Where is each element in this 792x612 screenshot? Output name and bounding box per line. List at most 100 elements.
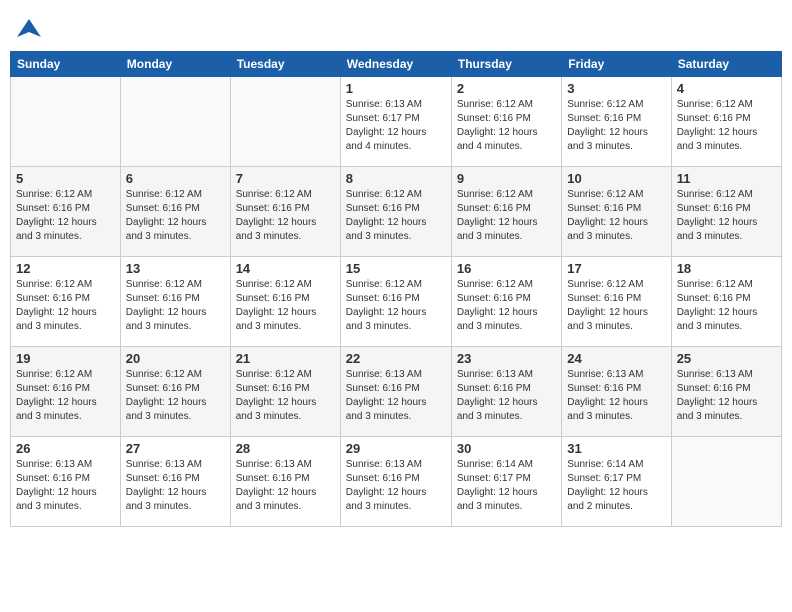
day-info: Sunrise: 6:13 AM Sunset: 6:16 PM Dayligh… bbox=[457, 368, 556, 424]
day-number: 25 bbox=[677, 351, 776, 366]
calendar-cell: 16 Sunrise: 6:12 AM Sunset: 6:16 PM Dayli… bbox=[451, 257, 561, 347]
calendar-cell: 27 Sunrise: 6:13 AM Sunset: 6:16 PM Dayli… bbox=[120, 437, 230, 527]
day-info: Sunrise: 6:12 AM Sunset: 6:16 PM Dayligh… bbox=[346, 278, 446, 334]
day-number: 29 bbox=[346, 441, 446, 456]
day-info: Sunrise: 6:12 AM Sunset: 6:16 PM Dayligh… bbox=[457, 98, 556, 154]
day-info: Sunrise: 6:12 AM Sunset: 6:16 PM Dayligh… bbox=[126, 188, 225, 244]
calendar-cell bbox=[671, 437, 781, 527]
day-info: Sunrise: 6:13 AM Sunset: 6:16 PM Dayligh… bbox=[567, 368, 665, 424]
day-info: Sunrise: 6:12 AM Sunset: 6:16 PM Dayligh… bbox=[346, 188, 446, 244]
day-header-saturday: Saturday bbox=[671, 52, 781, 77]
day-info: Sunrise: 6:13 AM Sunset: 6:16 PM Dayligh… bbox=[236, 458, 335, 514]
day-number: 18 bbox=[677, 261, 776, 276]
day-number: 28 bbox=[236, 441, 335, 456]
calendar-cell: 3 Sunrise: 6:12 AM Sunset: 6:16 PM Daylig… bbox=[562, 77, 671, 167]
day-info: Sunrise: 6:12 AM Sunset: 6:16 PM Dayligh… bbox=[236, 368, 335, 424]
day-number: 3 bbox=[567, 81, 665, 96]
day-info: Sunrise: 6:12 AM Sunset: 6:16 PM Dayligh… bbox=[16, 368, 115, 424]
calendar-cell: 24Sunrise: 6:13 AM Sunset: 6:16 PM Dayli… bbox=[562, 347, 671, 437]
calendar-table: SundayMondayTuesdayWednesdayThursdayFrid… bbox=[10, 51, 782, 527]
calendar-cell: 7 Sunrise: 6:12 AM Sunset: 6:16 PM Daylig… bbox=[230, 167, 340, 257]
day-info: Sunrise: 6:12 AM Sunset: 6:16 PM Dayligh… bbox=[126, 278, 225, 334]
day-number: 8 bbox=[346, 171, 446, 186]
day-info: Sunrise: 6:12 AM Sunset: 6:16 PM Dayligh… bbox=[677, 98, 776, 154]
logo bbox=[15, 15, 47, 43]
day-info: Sunrise: 6:12 AM Sunset: 6:16 PM Dayligh… bbox=[126, 368, 225, 424]
calendar-week-row: 12 Sunrise: 6:12 AM Sunset: 6:16 PM Dayli… bbox=[11, 257, 782, 347]
calendar-cell: 28 Sunrise: 6:13 AM Sunset: 6:16 PM Dayli… bbox=[230, 437, 340, 527]
day-info: Sunrise: 6:13 AM Sunset: 6:16 PM Dayligh… bbox=[346, 458, 446, 514]
calendar-cell: 23 Sunrise: 6:13 AM Sunset: 6:16 PM Dayli… bbox=[451, 347, 561, 437]
calendar-cell: 31 Sunrise: 6:14 AM Sunset: 6:17 PM Dayli… bbox=[562, 437, 671, 527]
day-number: 31 bbox=[567, 441, 665, 456]
day-header-thursday: Thursday bbox=[451, 52, 561, 77]
calendar-cell: 6Sunrise: 6:12 AM Sunset: 6:16 PM Daylig… bbox=[120, 167, 230, 257]
calendar-cell: 20 Sunrise: 6:12 AM Sunset: 6:16 PM Dayli… bbox=[120, 347, 230, 437]
day-info: Sunrise: 6:12 AM Sunset: 6:16 PM Dayligh… bbox=[567, 98, 665, 154]
calendar-cell: 14 Sunrise: 6:12 AM Sunset: 6:16 PM Dayli… bbox=[230, 257, 340, 347]
day-info: Sunrise: 6:12 AM Sunset: 6:16 PM Dayligh… bbox=[236, 278, 335, 334]
day-number: 7 bbox=[236, 171, 335, 186]
day-info: Sunrise: 6:13 AM Sunset: 6:16 PM Dayligh… bbox=[126, 458, 225, 514]
day-info: Sunrise: 6:13 AM Sunset: 6:16 PM Dayligh… bbox=[677, 368, 776, 424]
calendar-cell: 13Sunrise: 6:12 AM Sunset: 6:16 PM Dayli… bbox=[120, 257, 230, 347]
day-number: 16 bbox=[457, 261, 556, 276]
calendar-cell: 10Sunrise: 6:12 AM Sunset: 6:16 PM Dayli… bbox=[562, 167, 671, 257]
calendar-cell: 8 Sunrise: 6:12 AM Sunset: 6:16 PM Daylig… bbox=[340, 167, 451, 257]
day-number: 11 bbox=[677, 171, 776, 186]
calendar-header-row: SundayMondayTuesdayWednesdayThursdayFrid… bbox=[11, 52, 782, 77]
day-number: 21 bbox=[236, 351, 335, 366]
day-number: 12 bbox=[16, 261, 115, 276]
calendar-cell: 19 Sunrise: 6:12 AM Sunset: 6:16 PM Dayli… bbox=[11, 347, 121, 437]
day-header-friday: Friday bbox=[562, 52, 671, 77]
day-info: Sunrise: 6:12 AM Sunset: 6:16 PM Dayligh… bbox=[677, 188, 776, 244]
day-info: Sunrise: 6:13 AM Sunset: 6:16 PM Dayligh… bbox=[346, 368, 446, 424]
calendar-cell: 25 Sunrise: 6:13 AM Sunset: 6:16 PM Dayli… bbox=[671, 347, 781, 437]
calendar-cell bbox=[120, 77, 230, 167]
calendar-week-row: 5Sunrise: 6:12 AM Sunset: 6:16 PM Daylig… bbox=[11, 167, 782, 257]
calendar-cell bbox=[230, 77, 340, 167]
day-info: Sunrise: 6:13 AM Sunset: 6:16 PM Dayligh… bbox=[16, 458, 115, 514]
day-number: 30 bbox=[457, 441, 556, 456]
day-number: 20 bbox=[126, 351, 225, 366]
day-number: 1 bbox=[346, 81, 446, 96]
calendar-cell: 26 Sunrise: 6:13 AM Sunset: 6:16 PM Dayli… bbox=[11, 437, 121, 527]
calendar-cell: 29 Sunrise: 6:13 AM Sunset: 6:16 PM Dayli… bbox=[340, 437, 451, 527]
calendar-week-row: 19 Sunrise: 6:12 AM Sunset: 6:16 PM Dayli… bbox=[11, 347, 782, 437]
day-header-wednesday: Wednesday bbox=[340, 52, 451, 77]
day-info: Sunrise: 6:12 AM Sunset: 6:16 PM Dayligh… bbox=[677, 278, 776, 334]
calendar-cell bbox=[11, 77, 121, 167]
day-number: 14 bbox=[236, 261, 335, 276]
calendar-cell: 30Sunrise: 6:14 AM Sunset: 6:17 PM Dayli… bbox=[451, 437, 561, 527]
day-header-tuesday: Tuesday bbox=[230, 52, 340, 77]
calendar-cell: 9 Sunrise: 6:12 AM Sunset: 6:16 PM Daylig… bbox=[451, 167, 561, 257]
day-number: 4 bbox=[677, 81, 776, 96]
day-header-sunday: Sunday bbox=[11, 52, 121, 77]
day-number: 26 bbox=[16, 441, 115, 456]
calendar-cell: 15 Sunrise: 6:12 AM Sunset: 6:16 PM Dayli… bbox=[340, 257, 451, 347]
header bbox=[10, 10, 782, 43]
day-info: Sunrise: 6:12 AM Sunset: 6:16 PM Dayligh… bbox=[457, 278, 556, 334]
day-info: Sunrise: 6:13 AM Sunset: 6:17 PM Dayligh… bbox=[346, 98, 446, 154]
day-number: 15 bbox=[346, 261, 446, 276]
calendar-week-row: 1 Sunrise: 6:13 AM Sunset: 6:17 PM Daylig… bbox=[11, 77, 782, 167]
day-number: 17 bbox=[567, 261, 665, 276]
day-info: Sunrise: 6:12 AM Sunset: 6:16 PM Dayligh… bbox=[457, 188, 556, 244]
calendar-cell: 22 Sunrise: 6:13 AM Sunset: 6:16 PM Dayli… bbox=[340, 347, 451, 437]
calendar-week-row: 26 Sunrise: 6:13 AM Sunset: 6:16 PM Dayli… bbox=[11, 437, 782, 527]
day-number: 22 bbox=[346, 351, 446, 366]
calendar-cell: 12 Sunrise: 6:12 AM Sunset: 6:16 PM Dayli… bbox=[11, 257, 121, 347]
day-number: 9 bbox=[457, 171, 556, 186]
calendar-cell: 18 Sunrise: 6:12 AM Sunset: 6:16 PM Dayli… bbox=[671, 257, 781, 347]
day-info: Sunrise: 6:14 AM Sunset: 6:17 PM Dayligh… bbox=[567, 458, 665, 514]
day-number: 27 bbox=[126, 441, 225, 456]
calendar-cell: 1 Sunrise: 6:13 AM Sunset: 6:17 PM Daylig… bbox=[340, 77, 451, 167]
day-info: Sunrise: 6:12 AM Sunset: 6:16 PM Dayligh… bbox=[16, 278, 115, 334]
calendar-cell: 4 Sunrise: 6:12 AM Sunset: 6:16 PM Daylig… bbox=[671, 77, 781, 167]
logo-icon bbox=[15, 15, 43, 43]
day-info: Sunrise: 6:12 AM Sunset: 6:16 PM Dayligh… bbox=[16, 188, 115, 244]
day-info: Sunrise: 6:12 AM Sunset: 6:16 PM Dayligh… bbox=[236, 188, 335, 244]
day-number: 10 bbox=[567, 171, 665, 186]
day-number: 19 bbox=[16, 351, 115, 366]
day-number: 23 bbox=[457, 351, 556, 366]
